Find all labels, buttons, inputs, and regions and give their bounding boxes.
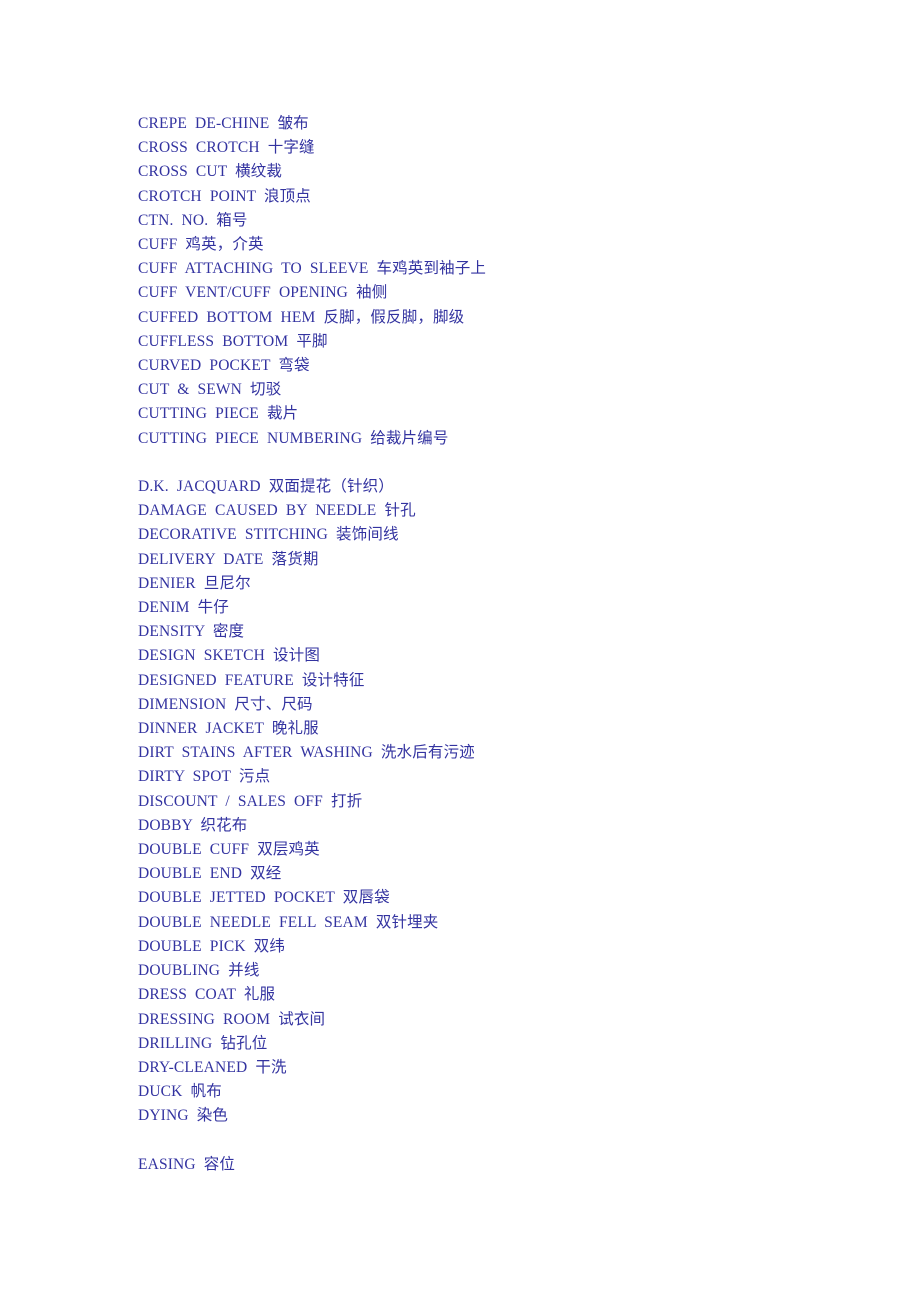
glossary-entry: CUFF ATTACHING TO SLEEVE 车鸡英到袖子上 [138, 260, 487, 278]
glossary-entry: DELIVERY DATE 落货期 [138, 550, 319, 568]
glossary-entry: CURVED POCKET 弯袋 [138, 357, 310, 375]
glossary-entry: DRY-CLEANED 干洗 [138, 1058, 287, 1076]
glossary-entry: DISCOUNT / SALES OFF 打折 [138, 792, 363, 810]
document-page: CREPE DE-CHINE 皱布 CROSS CROTCH 十字缝 CROSS… [0, 0, 920, 1302]
glossary-entry: CUFF VENT/CUFF OPENING 袖侧 [138, 284, 388, 302]
glossary-entry: DOUBLE END 双经 [138, 865, 282, 883]
glossary-entry: DIRTY SPOT 污点 [138, 768, 271, 786]
glossary-entry: D.K. JACQUARD 双面提花（针织） [138, 478, 394, 496]
glossary-entry: DINNER JACKET 晚礼服 [138, 720, 319, 738]
glossary-entry: DECORATIVE STITCHING 装饰间线 [138, 526, 399, 544]
glossary-entry: CREPE DE-CHINE 皱布 [138, 115, 309, 132]
glossary-entry: CUT & SEWN 切驳 [138, 381, 282, 399]
glossary-entry: CROSS CROTCH 十字缝 [138, 139, 315, 157]
glossary-section-c: CREPE DE-CHINE 皱布 CROSS CROTCH 十字缝 CROSS… [138, 112, 838, 451]
section-divider [138, 451, 838, 475]
glossary-entry: DENIM 牛仔 [138, 599, 229, 617]
glossary-entry: DRILLING 钻孔位 [138, 1034, 268, 1052]
glossary-entry: CUTTING PIECE NUMBERING 给裁片编号 [138, 429, 449, 447]
glossary-entry: DOUBLING 并线 [138, 962, 260, 980]
glossary-section-d: D.K. JACQUARD 双面提花（针织） DAMAGE CAUSED BY … [138, 475, 838, 1128]
glossary-entry: CTN. NO. 箱号 [138, 211, 248, 229]
glossary-entry: DOUBLE CUFF 双层鸡英 [138, 841, 320, 859]
glossary-entry: CROSS CUT 横纹裁 [138, 163, 283, 181]
glossary-entry: DAMAGE CAUSED BY NEEDLE 针孔 [138, 502, 416, 520]
glossary-entry: DOUBLE NEEDLE FELL SEAM 双针埋夹 [138, 913, 439, 931]
glossary-entry: DRESS COAT 礼服 [138, 986, 276, 1004]
glossary-entry: DOUBLE JETTED POCKET 双唇袋 [138, 889, 390, 907]
glossary-entry: CUTTING PIECE 裁片 [138, 405, 299, 423]
glossary-entry: DOUBLE PICK 双纬 [138, 937, 286, 955]
glossary-entry: DOBBY 织花布 [138, 816, 248, 834]
glossary-entry: DUCK 帆布 [138, 1083, 222, 1101]
glossary-entry: CUFF 鸡英，介英 [138, 236, 264, 254]
glossary-entry: DIMENSION 尺寸、尺码 [138, 695, 313, 713]
glossary-entry: CUFFLESS BOTTOM 平脚 [138, 332, 328, 350]
glossary-entry: DYING 染色 [138, 1107, 229, 1125]
section-divider [138, 1129, 838, 1153]
glossary-entry: DESIGN SKETCH 设计图 [138, 647, 320, 665]
glossary-entry: DESIGNED FEATURE 设计特征 [138, 671, 365, 689]
glossary-list: CREPE DE-CHINE 皱布 CROSS CROTCH 十字缝 CROSS… [138, 112, 838, 1177]
glossary-entry: CUFFED BOTTOM HEM 反脚，假反脚，脚级 [138, 308, 465, 326]
glossary-entry: CROTCH POINT 浪顶点 [138, 187, 311, 205]
glossary-entry: DRESSING ROOM 试衣间 [138, 1010, 326, 1028]
glossary-entry: DENIER 旦尼尔 [138, 574, 251, 592]
glossary-entry: DENSITY 密度 [138, 623, 245, 641]
glossary-section-e: EASING 容位 [138, 1153, 838, 1177]
glossary-entry: DIRT STAINS AFTER WASHING 洗水后有污迹 [138, 744, 475, 762]
glossary-entry: EASING 容位 [138, 1155, 236, 1173]
